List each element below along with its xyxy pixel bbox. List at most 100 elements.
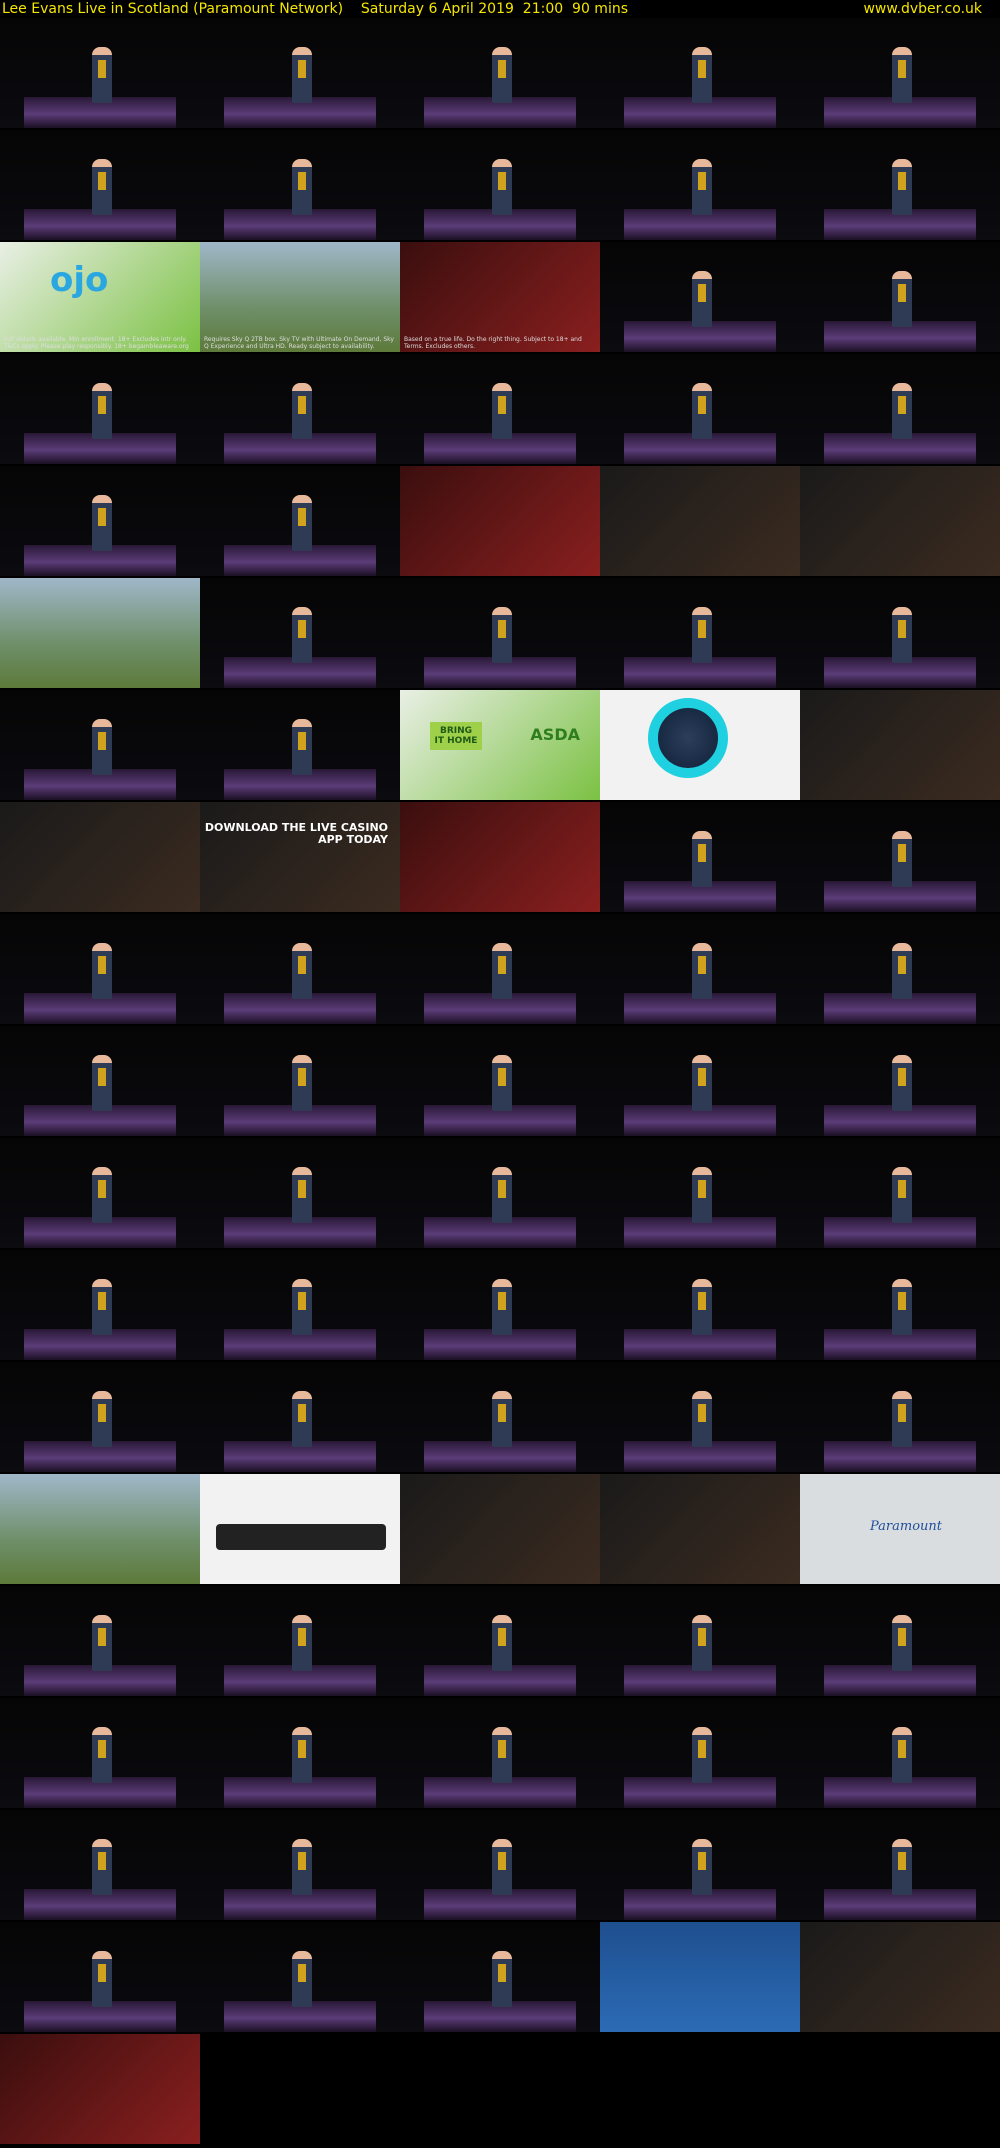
thumbnail[interactable] [200, 690, 400, 800]
thumbnail[interactable] [600, 802, 800, 912]
thumbnail[interactable] [0, 466, 200, 576]
thumbnail[interactable] [0, 354, 200, 464]
thumbnail[interactable] [0, 914, 200, 1024]
thumbnail[interactable] [800, 802, 1000, 912]
thumbnail[interactable] [600, 1698, 800, 1808]
thumbnail[interactable] [0, 1586, 200, 1696]
thumbnail[interactable] [800, 1586, 1000, 1696]
thumbnail[interactable]: DOWNLOAD THE LIVE CASINO APP TODAY [200, 802, 400, 912]
thumbnail[interactable] [200, 914, 400, 1024]
thumbnail[interactable] [400, 1250, 600, 1360]
thumbnail[interactable] [800, 130, 1000, 240]
thumbnail[interactable] [200, 1362, 400, 1472]
thumbnail[interactable] [600, 1026, 800, 1136]
thumbnail[interactable] [600, 242, 800, 352]
thumbnail[interactable] [800, 1810, 1000, 1920]
thumbnail[interactable] [400, 130, 600, 240]
thumbnail[interactable] [200, 1586, 400, 1696]
thumbnail[interactable] [800, 578, 1000, 688]
thumbnail[interactable] [200, 1698, 400, 1808]
thumbnail[interactable] [400, 1362, 600, 1472]
thumbnail[interactable] [0, 130, 200, 240]
performer-shirt [298, 955, 306, 974]
thumbnail[interactable] [800, 1138, 1000, 1248]
thumbnail[interactable] [600, 1362, 800, 1472]
thumbnail[interactable] [600, 466, 800, 576]
thumbnail[interactable] [600, 578, 800, 688]
thumbnail[interactable] [400, 18, 600, 128]
thumbnail[interactable] [200, 130, 400, 240]
thumbnail[interactable]: BRING IT HOME ASDA [400, 690, 600, 800]
thumbnail[interactable] [400, 578, 600, 688]
performer-shirt [298, 395, 306, 414]
thumbnail[interactable] [0, 1250, 200, 1360]
thumbnail[interactable] [600, 1250, 800, 1360]
thumbnail[interactable] [400, 354, 600, 464]
thumbnail[interactable]: ojo Full details available. Min enrollmen… [0, 242, 200, 352]
thumbnail[interactable] [600, 1474, 800, 1584]
performer-shirt [698, 1067, 706, 1086]
thumbnail[interactable] [400, 914, 600, 1024]
thumbnail[interactable] [200, 18, 400, 128]
thumbnail[interactable] [600, 18, 800, 128]
thumbnail[interactable] [400, 1810, 600, 1920]
thumbnail[interactable] [600, 1922, 800, 2032]
thumbnail[interactable] [0, 18, 200, 128]
thumbnail[interactable] [0, 1698, 200, 1808]
performer-shirt [98, 731, 106, 750]
thumbnail[interactable] [800, 1026, 1000, 1136]
thumbnail[interactable] [800, 1922, 1000, 2032]
thumbnail[interactable] [600, 1586, 800, 1696]
thumbnail[interactable] [400, 1138, 600, 1248]
thumbnail[interactable] [800, 914, 1000, 1024]
performer-shirt [898, 1291, 906, 1310]
thumbnail[interactable]: Based on a true life. Do the right thing… [400, 242, 600, 352]
performer-shirt [698, 1627, 706, 1646]
thumbnail[interactable] [600, 690, 800, 800]
thumbnail[interactable] [200, 1474, 400, 1584]
thumbnail[interactable] [0, 1922, 200, 2032]
site-link[interactable]: www.dvber.co.uk [863, 0, 982, 18]
ad-caption: Based on a true life. Do the right thing… [404, 336, 582, 350]
thumbnail[interactable] [800, 242, 1000, 352]
thumbnail[interactable] [0, 1474, 200, 1584]
thumbnail[interactable] [800, 466, 1000, 576]
thumbnail[interactable] [0, 1810, 200, 1920]
thumbnail[interactable] [800, 1362, 1000, 1472]
thumbnail[interactable] [200, 354, 400, 464]
thumbnail[interactable] [400, 1474, 600, 1584]
thumbnail[interactable] [600, 130, 800, 240]
thumbnail[interactable] [200, 466, 400, 576]
thumbnail[interactable] [400, 802, 600, 912]
thumbnail[interactable] [800, 1698, 1000, 1808]
thumbnail[interactable] [800, 690, 1000, 800]
thumbnail[interactable] [400, 1026, 600, 1136]
thumbnail[interactable] [0, 1138, 200, 1248]
thumbnail[interactable] [200, 1138, 400, 1248]
thumbnail[interactable] [0, 2034, 200, 2144]
thumbnail[interactable] [800, 18, 1000, 128]
thumbnail[interactable] [400, 1922, 600, 2032]
thumbnail[interactable] [0, 690, 200, 800]
thumbnail[interactable] [400, 1586, 600, 1696]
thumbnail[interactable] [200, 1026, 400, 1136]
thumbnail[interactable]: Paramount [800, 1474, 1000, 1584]
thumbnail[interactable]: Requires Sky Q 2TB box. Sky TV with Ulti… [200, 242, 400, 352]
thumbnail[interactable] [400, 1698, 600, 1808]
thumbnail[interactable] [600, 1138, 800, 1248]
thumbnail[interactable] [0, 578, 200, 688]
thumbnail[interactable] [600, 914, 800, 1024]
thumbnail[interactable] [400, 466, 600, 576]
thumbnail[interactable] [0, 1026, 200, 1136]
thumbnail[interactable] [200, 1810, 400, 1920]
thumbnail-image [0, 2034, 200, 2144]
thumbnail[interactable] [600, 1810, 800, 1920]
thumbnail[interactable] [200, 1250, 400, 1360]
thumbnail[interactable] [600, 354, 800, 464]
thumbnail[interactable] [800, 354, 1000, 464]
thumbnail[interactable] [200, 1922, 400, 2032]
thumbnail[interactable] [0, 1362, 200, 1472]
thumbnail[interactable] [200, 578, 400, 688]
thumbnail[interactable] [800, 1250, 1000, 1360]
thumbnail[interactable] [0, 802, 200, 912]
